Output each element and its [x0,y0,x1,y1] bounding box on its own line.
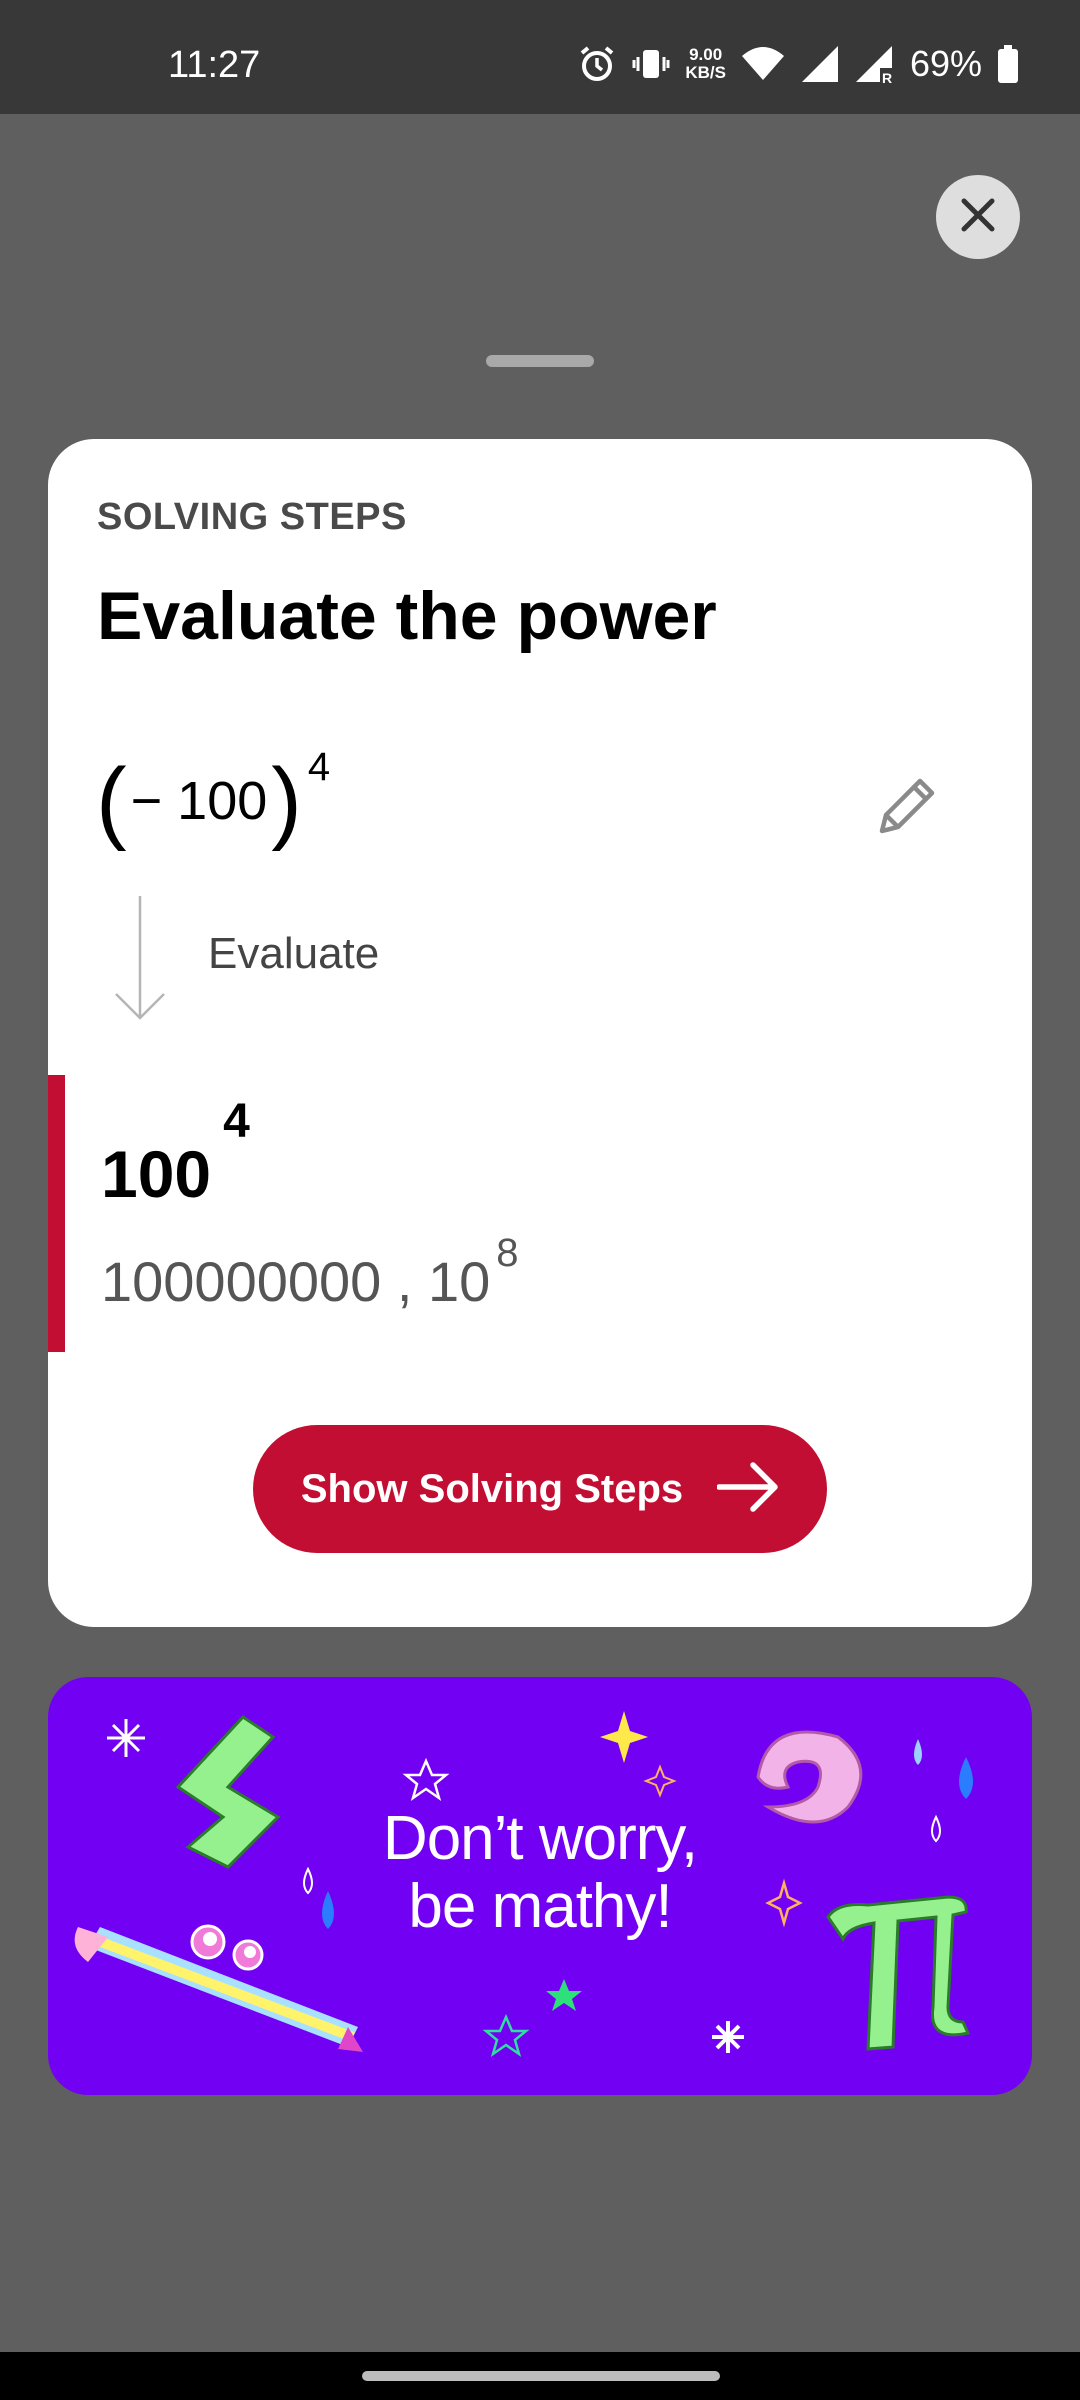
problem-expression: ( − 100 ) 4 [96,745,330,852]
step-arrow [112,894,168,1029]
promo-banner[interactable]: Don’t worry, be mathy! [48,1677,1032,2095]
signal-roaming-icon: R [854,44,896,84]
show-solving-steps-button[interactable]: Show Solving Steps [253,1425,827,1553]
yellow-sparkle-icon [600,1711,648,1763]
net-speed-unit: KB/S [685,63,726,82]
show-solving-steps-label: Show Solving Steps [300,1466,684,1511]
sheet-drag-handle[interactable] [486,355,594,367]
alternate-forms-exponent: 8 [496,1231,519,1275]
result-accent-bar [48,1075,65,1352]
alternate-forms: 100000000 , 10 8 [101,1231,519,1314]
open-paren: ( [96,750,127,852]
pencil-character-icon [74,1924,363,2052]
result-base: 100 [101,1137,212,1211]
close-button[interactable] [936,175,1020,259]
green-star-icon [546,1979,582,2011]
step-description: Evaluate [208,929,380,978]
close-icon [959,196,997,239]
status-bar: 11:27 9.00 KB/S R 69% [0,0,1080,114]
step-title: Evaluate the power [97,578,717,654]
alarm-icon [577,44,617,84]
expression-inner: − 100 [130,771,268,831]
expression-exponent: 4 [307,745,331,789]
svg-text:R: R [882,70,892,84]
battery-icon [996,44,1020,84]
result-expression: 100 4 [101,1094,250,1212]
edit-button[interactable] [870,769,944,848]
drop-icon [914,1739,922,1765]
banner-line-2: be mathy! [408,1872,672,1941]
wifi-icon [740,44,786,84]
close-paren: ) [271,750,302,852]
starburst-icon [107,1719,145,1757]
outline-star-icon [482,2013,530,2058]
navigation-bar [0,2352,1080,2400]
banner-line-1: Don’t worry, [382,1804,698,1873]
net-speed-value: 9.00 [689,45,723,64]
signal-icon [800,44,840,84]
home-gesture-handle[interactable] [362,2371,720,2381]
starburst-icon [712,2021,744,2053]
pencil-icon [870,778,944,847]
small-sparkle-icon [643,1764,677,1798]
alternate-forms-text: 100000000 , 10 [101,1250,491,1313]
result-exponent: 4 [223,1095,250,1148]
arrow-right-icon [716,1461,779,1517]
battery-percent: 69% [909,43,982,84]
status-time: 11:27 [168,44,261,86]
section-label: SOLVING STEPS [97,496,407,538]
net-speed: 9.00 KB/S [685,46,726,82]
solving-steps-card: SOLVING STEPS Evaluate the power ( − 100… [48,439,1032,1627]
outline-star-icon [402,1757,450,1802]
banner-tagline: Don’t worry, be mathy! [48,1805,1032,1941]
vibrate-icon [631,44,671,84]
status-icons: 9.00 KB/S R 69% [577,40,1020,88]
drop-icon [959,1757,973,1799]
